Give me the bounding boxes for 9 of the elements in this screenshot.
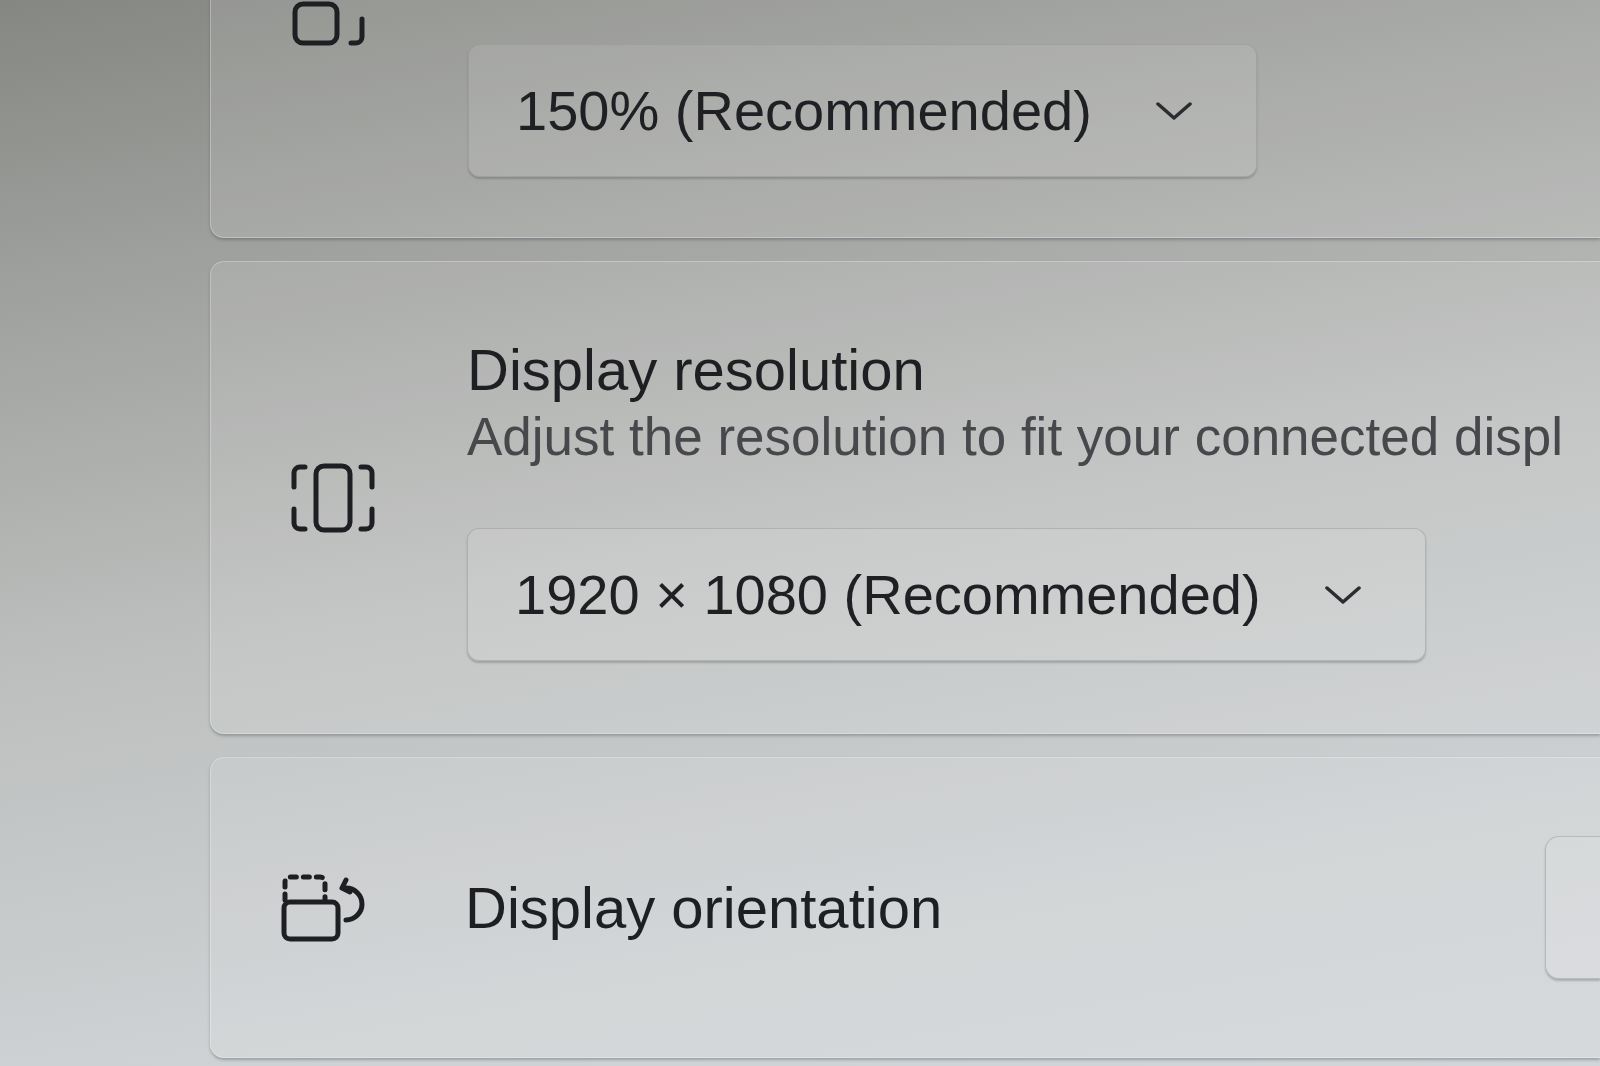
setting-description: Adjust the resolution to fit your connected displ — [467, 406, 1563, 468]
scale-dropdown[interactable]: 150% (Recommended) — [468, 44, 1257, 177]
resolution-dropdown[interactable]: 1920 × 1080 (Recommended) — [467, 528, 1426, 661]
setting-title: Display resolution — [467, 336, 925, 404]
chevron-down-icon — [1155, 101, 1192, 120]
orientation-dropdown[interactable] — [1545, 836, 1600, 979]
chevron-down-icon — [1324, 585, 1361, 604]
setting-title: Display orientation — [465, 873, 943, 942]
square-corner-icon — [292, 1, 368, 46]
